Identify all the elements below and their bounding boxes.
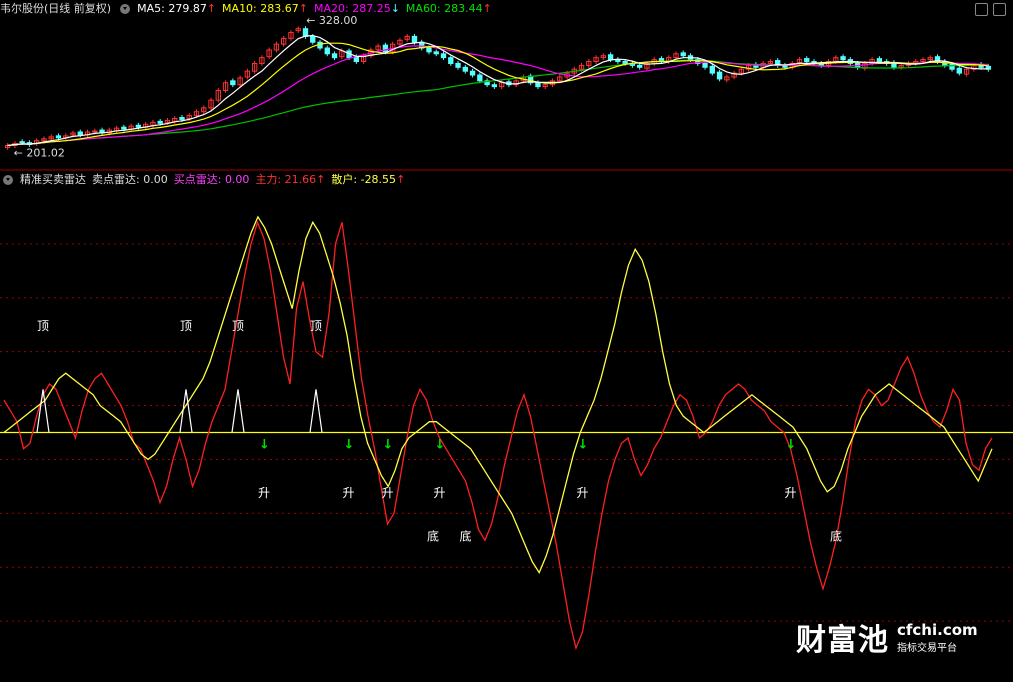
rise-signal-label: 升: [434, 486, 446, 500]
bottom-signal-label: 底: [427, 528, 439, 543]
candle-body: [324, 47, 330, 55]
candle-body: [469, 70, 476, 76]
rise-signal-label: 升: [258, 486, 270, 500]
buy-arrow-icon: ↓: [383, 438, 394, 453]
bottom-signal-label: 底: [830, 528, 842, 543]
dropdown-icon[interactable]: [120, 4, 131, 14]
candle-body: [956, 67, 962, 74]
buy-arrow-icon: ↓: [344, 438, 355, 453]
candle-body: [716, 71, 723, 80]
indicator-name: 精准买卖雷达: [20, 173, 86, 186]
candle-body: [77, 131, 83, 136]
main-force-readout: 主力: 21.66↑: [255, 173, 326, 186]
candle-body: [702, 62, 708, 68]
main-force-line: [3, 220, 993, 651]
sell-radar-readout: 卖点雷达: 0.00: [92, 173, 168, 186]
candle-body: [607, 54, 614, 61]
ma5-line: [7, 34, 989, 147]
ma10-readout: MA10: 283.67↑: [222, 2, 308, 15]
ma60-readout: MA60: 283.44↑: [405, 2, 492, 15]
brand-text: 财富池: [796, 623, 889, 658]
candle-body: [433, 51, 439, 55]
restore-icon[interactable]: [975, 3, 988, 16]
candle-body: [382, 44, 389, 53]
rise-signal-label: 升: [343, 486, 355, 500]
candle-body: [491, 84, 498, 88]
retail-readout: 散户: -28.55↑: [331, 173, 406, 186]
indicator-header: 精准买卖雷达 卖点雷达: 0.00 买点雷达: 0.00 主力: 21.66↑ …: [0, 171, 405, 189]
ma20-readout: MA20: 287.25↓: [313, 2, 400, 15]
candle-body: [310, 35, 316, 43]
top-signal-label: 顶: [37, 319, 49, 333]
candle-body: [462, 66, 468, 72]
candle-body: [230, 80, 236, 86]
candle-body: [636, 64, 643, 68]
candle-body: [622, 61, 628, 64]
buy-radar-readout: 买点雷达: 0.00: [173, 173, 250, 186]
brand-domain: cfchi.com: [897, 620, 978, 639]
buy-arrow-icon: ↓: [259, 438, 270, 453]
candle-body: [121, 126, 127, 130]
buy-arrow-icon: ↓: [578, 438, 589, 453]
candle-body: [840, 56, 846, 61]
dropdown-icon[interactable]: [3, 175, 13, 185]
indicator-panel: 顶 顶 顶 顶 ↓ 升 ↓ 升 ↓ 升 ↓ 升 ↓ 升 ↓ 升底 底 底: [0, 215, 1013, 651]
rise-signal-label: 升: [382, 486, 394, 500]
candle-body: [440, 53, 447, 59]
ma60-line: [7, 59, 989, 147]
candle-body: [455, 62, 461, 68]
candle-body: [331, 53, 338, 59]
retail-line: [3, 215, 993, 574]
candle-body: [157, 120, 163, 124]
top-signal-label: 顶: [180, 319, 192, 333]
buy-arrow-icon: ↓: [786, 438, 797, 453]
candlestick-panel: ← 328.00← 201.02: [4, 14, 992, 159]
candle-body: [179, 117, 185, 120]
close-icon[interactable]: [993, 3, 1006, 16]
chart-stage: ← 328.00← 201.02 顶 顶 顶 顶 ↓ 升 ↓ 升 ↓ 升 ↓ 升 ↓ 升 ↓ 升底 底 底: [0, 14, 1013, 651]
candle-body: [135, 124, 142, 128]
candle-body: [477, 74, 483, 82]
top-signal-marker: [231, 389, 245, 433]
candle-body: [448, 57, 454, 64]
candle-body: [804, 58, 810, 63]
candle-body: [680, 52, 686, 57]
top-signal-marker: [309, 389, 323, 433]
rise-signal-label: 升: [785, 486, 797, 500]
candle-body: [535, 82, 541, 88]
candle-body: [19, 141, 25, 144]
candle-body: [55, 135, 62, 139]
candle-body: [709, 65, 715, 74]
candle-body: [426, 47, 432, 53]
rise-signal-label: 升: [577, 486, 589, 500]
ma5-readout: MA5: 279.87↑: [137, 2, 217, 15]
candle-body: [876, 58, 883, 63]
brand-sub: cfchi.com 指标交易平台: [897, 621, 978, 654]
candle-body: [92, 130, 98, 133]
ma20-line: [7, 45, 989, 147]
candle-body: [302, 28, 309, 37]
low-price-label: ← 201.02: [14, 146, 65, 159]
brand-tagline: 指标交易平台: [897, 642, 957, 654]
stock-name: 韦尔股份(日线 前复权): [0, 2, 112, 15]
buy-arrow-icon: ↓: [435, 438, 446, 453]
watermark-logo: 财富池 cfchi.com 指标交易平台: [796, 617, 978, 659]
candle-body: [411, 35, 418, 43]
price-header: 韦尔股份(日线 前复权) MA5: 279.87↑ MA10: 283.67↑ …: [0, 0, 492, 18]
top-signal-label: 顶: [232, 319, 244, 333]
top-signal-label: 顶: [310, 319, 322, 333]
bottom-signal-label: 底: [460, 528, 472, 543]
